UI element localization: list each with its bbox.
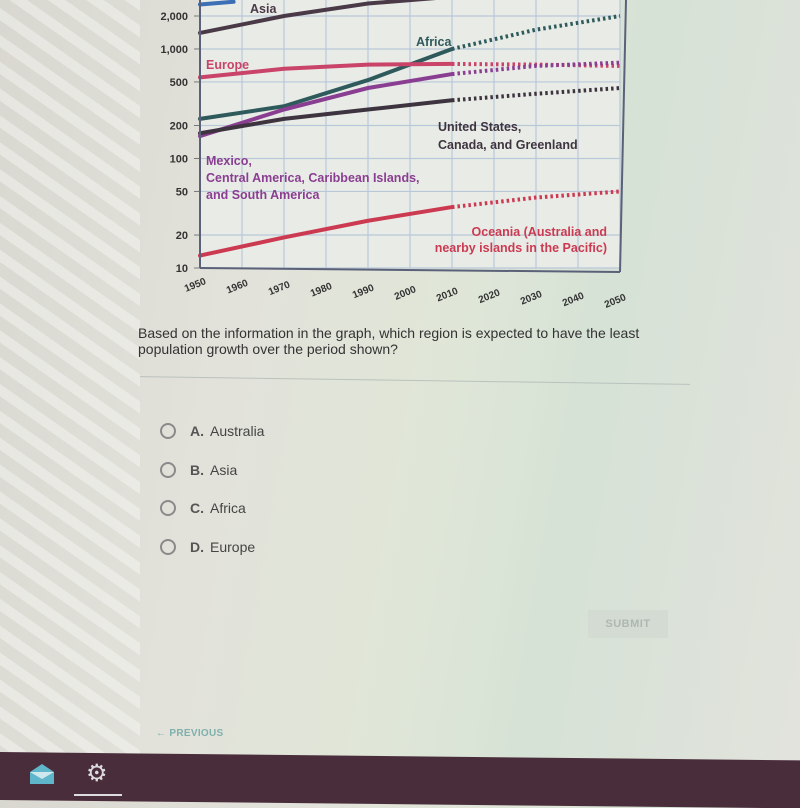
x-tick-label: 1970 bbox=[267, 279, 292, 298]
series-label-line: nearby islands in the Pacific) bbox=[435, 241, 607, 255]
x-axis-ticks: 1950 1960 1970 1980 1990 2000 2010 2020 2030 2040… bbox=[183, 276, 628, 311]
y-tick-label: 1,000 bbox=[160, 44, 188, 56]
answer-options: A. Australia B. Asia C. Africa D. Europe bbox=[160, 412, 264, 566]
series-label-line: Europe bbox=[206, 58, 249, 72]
y-tick-label: 100 bbox=[170, 153, 188, 165]
series-label-line: and South America bbox=[206, 188, 320, 202]
x-tick-label: 2000 bbox=[393, 284, 418, 303]
x-tick-label: 2050 bbox=[603, 292, 628, 311]
x-tick-label: 1990 bbox=[351, 282, 376, 301]
option-letter: C. bbox=[190, 500, 204, 517]
series-label: Asia bbox=[250, 2, 277, 16]
x-tick-label: 2010 bbox=[435, 286, 460, 305]
series-line-world bbox=[198, 0, 236, 7]
option-label: Australia bbox=[210, 423, 265, 440]
x-tick-label: 1980 bbox=[309, 281, 334, 300]
x-tick-label: 1960 bbox=[225, 278, 250, 297]
series-label-line: Oceania (Australia and bbox=[472, 225, 607, 239]
arrow-left-icon: ← bbox=[156, 728, 170, 739]
option-letter: B. bbox=[190, 461, 204, 478]
series-label: Europe bbox=[206, 58, 249, 72]
x-tick-label: 2020 bbox=[477, 287, 502, 306]
gear-icon[interactable]: ⚙ bbox=[86, 760, 108, 788]
previous-label: PREVIOUS bbox=[169, 728, 224, 739]
series-label: Africa bbox=[416, 35, 452, 49]
x-tick-label: 1950 bbox=[183, 276, 208, 295]
radio-button-icon[interactable] bbox=[160, 423, 176, 440]
option-d[interactable]: D. Europe bbox=[160, 528, 264, 567]
x-tick-label: 2030 bbox=[519, 289, 544, 308]
option-label: Europe bbox=[210, 538, 256, 555]
mail-icon[interactable] bbox=[28, 762, 56, 786]
series-label-line: Central America, Caribbean Islands, bbox=[206, 171, 420, 185]
population-chart: 1020501002005001,0002,000 1950 1960 1970 19… bbox=[160, 0, 628, 311]
series-label-line: Africa bbox=[416, 35, 452, 49]
option-a[interactable]: A. Australia bbox=[160, 412, 264, 451]
series-label-line: United States, bbox=[438, 120, 521, 134]
radio-button-icon[interactable] bbox=[160, 538, 176, 555]
series-label-line: Canada, and Greenland bbox=[438, 138, 578, 152]
y-tick-label: 500 bbox=[170, 77, 188, 89]
y-tick-label: 20 bbox=[176, 230, 188, 242]
question-text: Based on the information in the graph, w… bbox=[138, 325, 640, 357]
y-tick-label: 200 bbox=[170, 121, 188, 133]
series-label-line: Asia bbox=[250, 2, 277, 16]
active-app-indicator bbox=[74, 794, 122, 796]
option-label: Asia bbox=[210, 461, 238, 478]
y-axis-ticks: 10 20 50 100 200 500 1,000 2,000 bbox=[160, 11, 200, 275]
divider bbox=[140, 376, 690, 385]
option-c[interactable]: C. Africa bbox=[160, 489, 264, 528]
option-label: Africa bbox=[210, 500, 246, 517]
radio-button-icon[interactable] bbox=[160, 461, 176, 478]
y-tick-label: 50 bbox=[176, 186, 188, 198]
y-tick-label: 2,000 bbox=[160, 11, 188, 23]
submit-button[interactable]: SUBMIT bbox=[588, 610, 668, 638]
radio-button-icon[interactable] bbox=[160, 500, 176, 517]
previous-button[interactable]: ← PREVIOUS bbox=[156, 728, 223, 739]
right-border bbox=[619, 0, 627, 273]
series-label-line: Mexico, bbox=[206, 154, 252, 168]
y-tick-label: 10 bbox=[176, 263, 188, 275]
option-letter: A. bbox=[190, 423, 204, 440]
option-b[interactable]: B. Asia bbox=[160, 451, 264, 490]
option-letter: D. bbox=[190, 538, 204, 555]
x-tick-label: 2040 bbox=[561, 290, 586, 309]
